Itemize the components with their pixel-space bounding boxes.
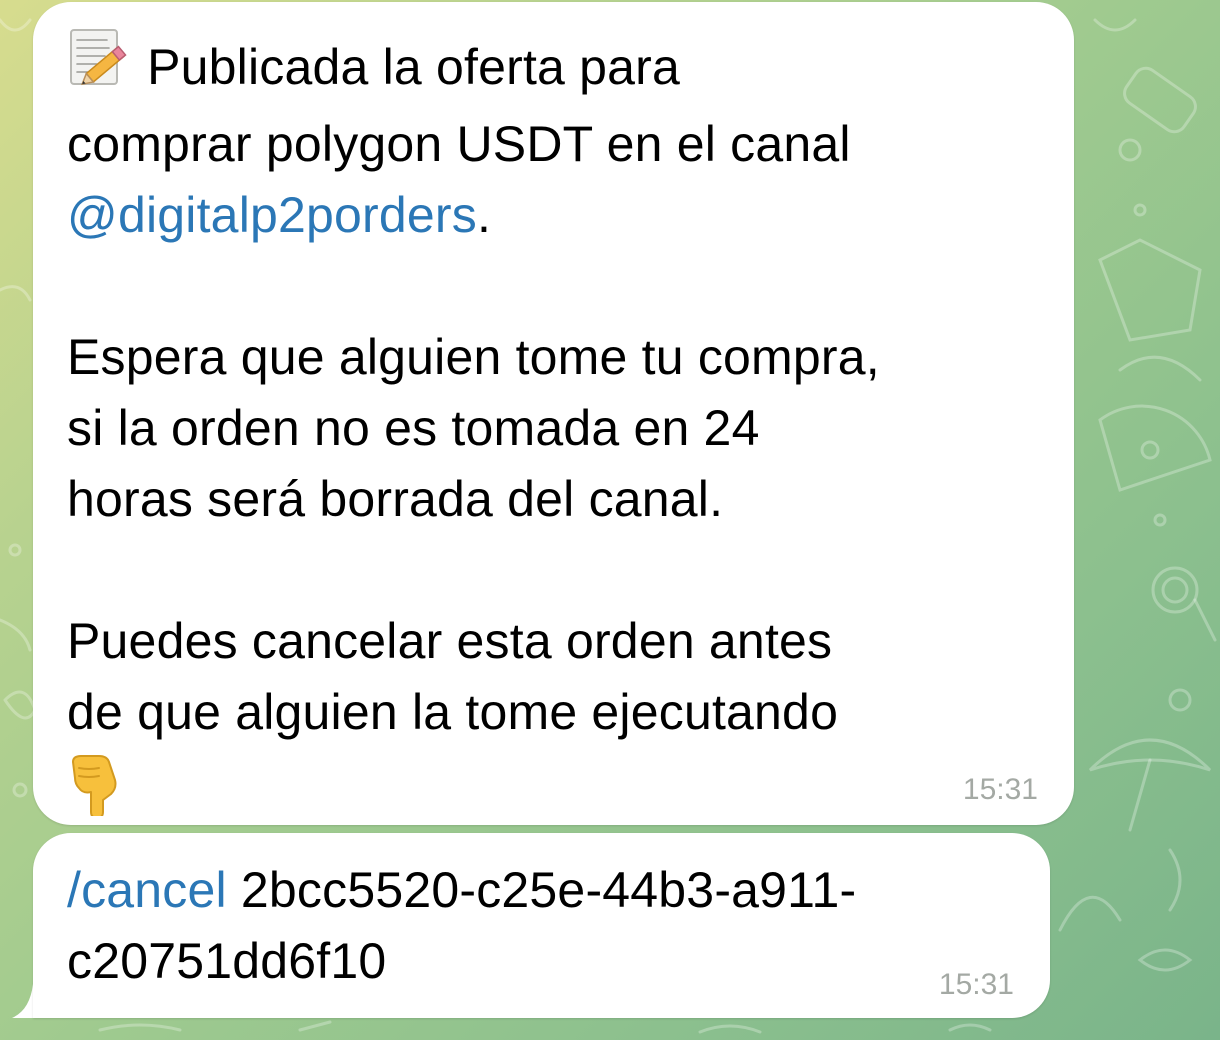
memo-icon xyxy=(67,24,133,109)
channel-link-suffix: . xyxy=(476,187,492,243)
message-timestamp: 15:31 xyxy=(938,968,1014,1001)
message-line-2: comprar polygon USDT en el canal xyxy=(67,116,851,172)
message-bubble-cancel-command[interactable]: /cancel 2bcc5520-c25e-44b3-a911- c20751d… xyxy=(33,833,1050,1018)
message-timestamp: 15:31 xyxy=(962,773,1038,806)
pointing-down-icon xyxy=(67,754,1034,821)
order-id-part1: 2bcc5520-c25e-44b3-a911- xyxy=(226,862,857,918)
message-text: Publicada la oferta para comprar polygon… xyxy=(67,24,1034,251)
channel-link[interactable]: @digitalp2porders xyxy=(67,187,477,243)
message-paragraph-wait: Espera que alguien tome tu compra, si la… xyxy=(67,329,880,527)
order-id-part2: c20751dd6f10 xyxy=(67,933,387,989)
message-line-1: Publicada la oferta para xyxy=(147,39,681,95)
cancel-command-link[interactable]: /cancel xyxy=(67,862,227,918)
cancel-command-text: /cancel 2bcc5520-c25e-44b3-a911- c20751d… xyxy=(67,855,1010,997)
message-bubble-order-published[interactable]: Publicada la oferta para comprar polygon… xyxy=(33,2,1074,825)
message-paragraph-cancel: Puedes cancelar esta orden antes de que … xyxy=(67,613,839,740)
